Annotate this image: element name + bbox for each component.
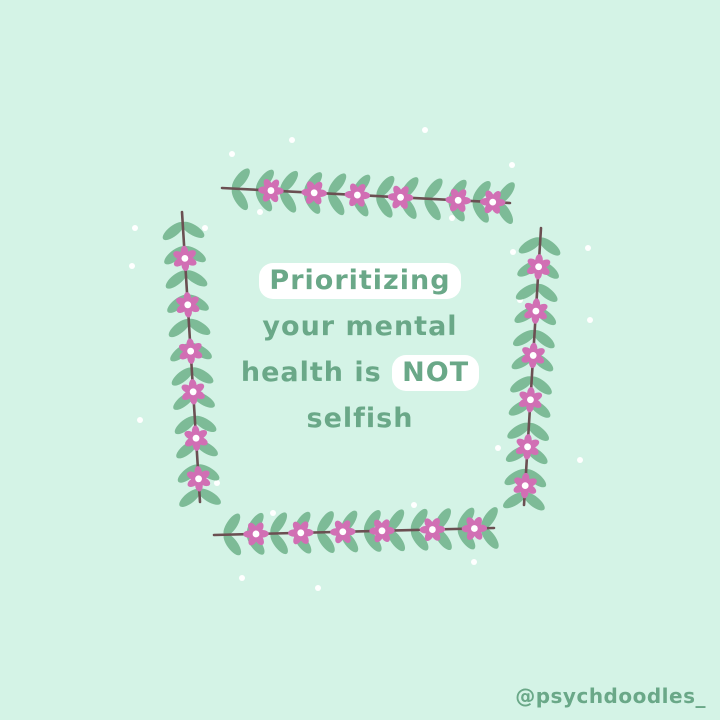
wreath-branch-top xyxy=(220,168,515,224)
sparkle-dot xyxy=(132,225,138,231)
sparkle-dot xyxy=(587,317,593,323)
sparkle-dot xyxy=(471,559,477,565)
sparkle-dot xyxy=(129,263,135,269)
quote-line-3: health is NOT xyxy=(180,350,540,396)
sparkle-dot xyxy=(315,585,321,591)
sparkle-dot xyxy=(449,215,455,221)
quote-line-3-text: health is xyxy=(240,357,382,388)
sparkle-dot xyxy=(137,417,143,423)
highlight-word-not: NOT xyxy=(392,355,480,391)
sparkle-dot xyxy=(270,510,276,516)
sparkle-dot xyxy=(411,502,417,508)
sparkle-dot xyxy=(257,209,263,215)
sparkle-dot xyxy=(202,225,208,231)
sparkle-dot xyxy=(577,457,583,463)
quote-line-2: your mental xyxy=(262,311,458,342)
sparkle-dot xyxy=(229,151,235,157)
sparkle-dot xyxy=(510,249,516,255)
highlight-word-prioritizing: Prioritizing xyxy=(259,263,461,299)
author-handle: @psychdoodles_ xyxy=(515,684,706,708)
sparkle-dot xyxy=(239,575,245,581)
quote-line-4: selfish xyxy=(306,403,414,434)
sparkle-dot xyxy=(495,445,501,451)
quote-line-1: Prioritizing xyxy=(180,258,540,304)
wreath-branch-bottom xyxy=(212,507,499,556)
sparkle-dot xyxy=(509,162,515,168)
quote-text: Prioritizing your mental health is NOT s… xyxy=(180,258,540,442)
sparkle-dot xyxy=(214,480,220,486)
sparkle-dot xyxy=(422,127,428,133)
sparkle-dot xyxy=(585,245,591,251)
sparkle-dot xyxy=(289,137,295,143)
